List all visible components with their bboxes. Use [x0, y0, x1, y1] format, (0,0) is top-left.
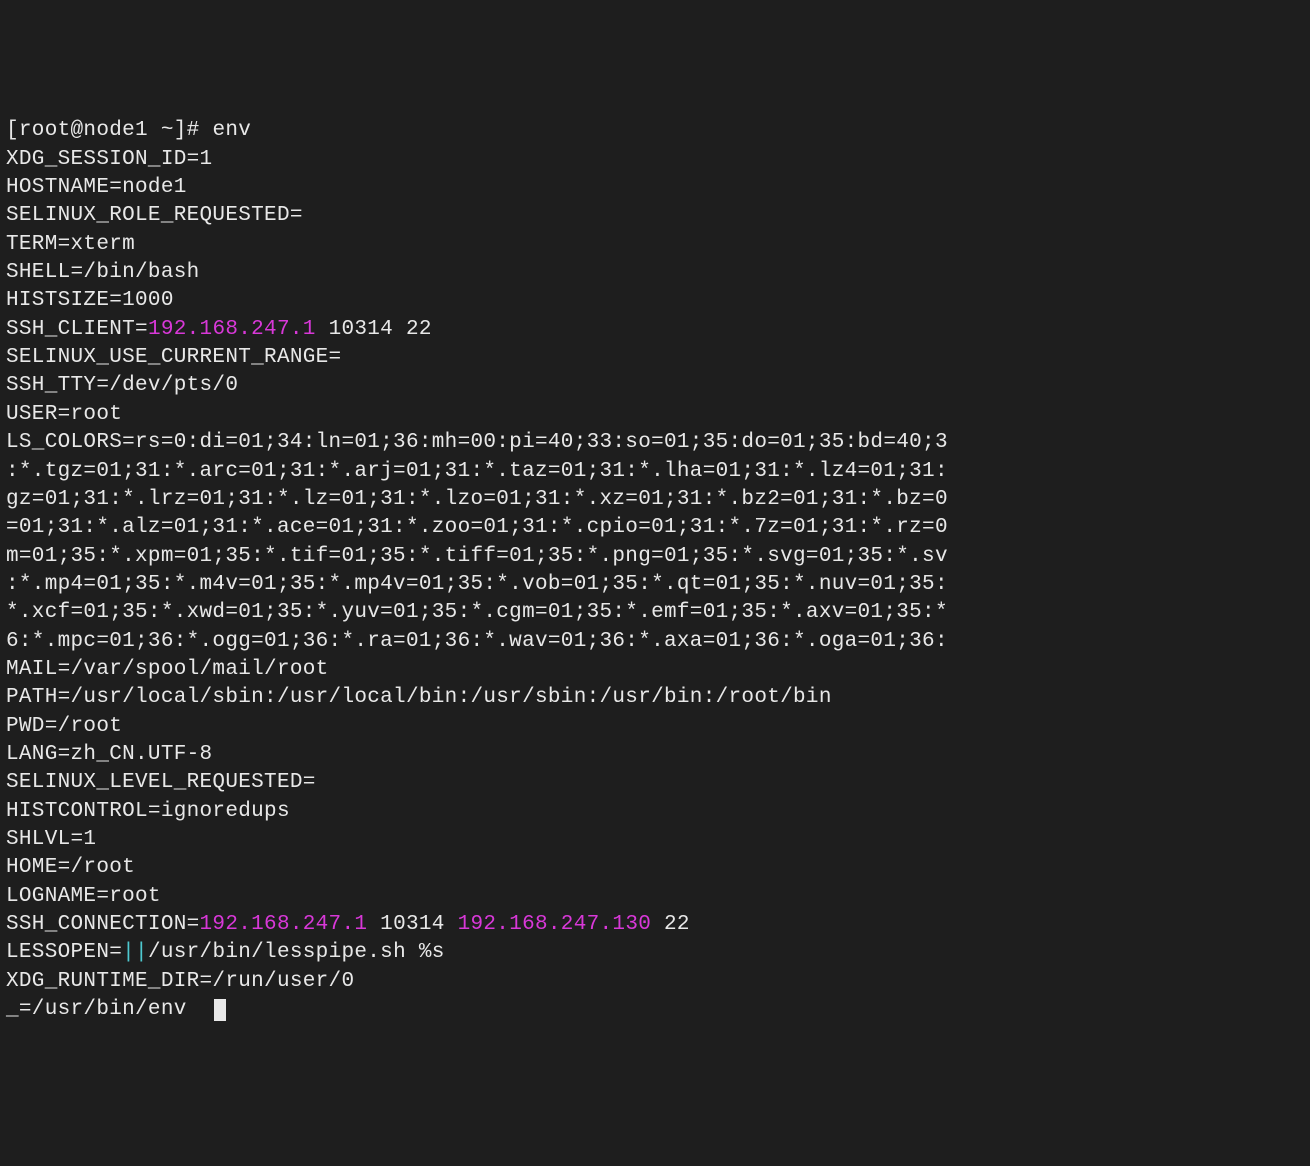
output-line: LANG=zh_CN.UTF-8	[6, 741, 1304, 769]
output-line: MAIL=/var/spool/mail/root	[6, 656, 1304, 684]
output-line: gz=01;31:*.lrz=01;31:*.lz=01;31:*.lzo=01…	[6, 486, 1304, 514]
terminal-output[interactable]: [root@node1 ~]# envXDG_SESSION_ID=1HOSTN…	[6, 117, 1304, 1024]
output-line: :*.mp4=01;35:*.m4v=01;35:*.mp4v=01;35:*.…	[6, 571, 1304, 599]
port-number: 10314	[367, 913, 457, 936]
ip-address: 192.168.247.1	[148, 318, 316, 341]
env-var-line: HOSTNAME=node1	[6, 176, 187, 199]
port-number: 22	[651, 913, 690, 936]
output-line: *.xcf=01;35:*.xwd=01;35:*.yuv=01;35:*.cg…	[6, 599, 1304, 627]
output-line: SHELL=/bin/bash	[6, 259, 1304, 287]
output-line: HOSTNAME=node1	[6, 174, 1304, 202]
output-line: PWD=/root	[6, 713, 1304, 741]
env-var-line: XDG_SESSION_ID=1	[6, 148, 212, 171]
output-line: SHLVL=1	[6, 826, 1304, 854]
output-line: XDG_SESSION_ID=1	[6, 146, 1304, 174]
env-var-line: _=/usr/bin/env	[6, 998, 187, 1021]
env-var-key: LESSOPEN=	[6, 941, 122, 964]
output-line: 6:*.mpc=01;36:*.ogg=01;36:*.ra=01;36:*.w…	[6, 628, 1304, 656]
output-line: PATH=/usr/local/sbin:/usr/local/bin:/usr…	[6, 684, 1304, 712]
output-line: XDG_RUNTIME_DIR=/run/user/0	[6, 968, 1304, 996]
env-var-line: SHLVL=1	[6, 828, 96, 851]
output-line: _=/usr/bin/env	[6, 996, 1304, 1024]
output-line: SELINUX_LEVEL_REQUESTED=	[6, 769, 1304, 797]
env-var-line: HOME=/root	[6, 856, 135, 879]
env-var-key: SSH_CONNECTION=	[6, 913, 200, 936]
command-text: env	[212, 119, 251, 142]
env-var-line: :*.tgz=01;31:*.arc=01;31:*.arj=01;31:*.t…	[6, 460, 948, 483]
output-line: LESSOPEN=||/usr/bin/lesspipe.sh %s	[6, 939, 1304, 967]
env-var-line: XDG_RUNTIME_DIR=/run/user/0	[6, 970, 354, 993]
env-var-line: gz=01;31:*.lrz=01;31:*.lz=01;31:*.lzo=01…	[6, 488, 948, 511]
output-line: SSH_CONNECTION=192.168.247.1 10314 192.1…	[6, 911, 1304, 939]
output-line: :*.tgz=01;31:*.arc=01;31:*.arj=01;31:*.t…	[6, 458, 1304, 486]
env-var-line: LOGNAME=root	[6, 885, 161, 908]
output-line: m=01;35:*.xpm=01;35:*.tif=01;35:*.tiff=0…	[6, 543, 1304, 571]
env-var-line: PATH=/usr/local/sbin:/usr/local/bin:/usr…	[6, 686, 832, 709]
shell-prompt: [root@node1 ~]#	[6, 119, 212, 142]
env-var-value: /usr/bin/lesspipe.sh %s	[148, 941, 445, 964]
cursor	[214, 999, 226, 1021]
env-var-line: SHELL=/bin/bash	[6, 261, 200, 284]
env-var-line: HISTCONTROL=ignoredups	[6, 800, 290, 823]
output-line: USER=root	[6, 401, 1304, 429]
env-var-line: USER=root	[6, 403, 122, 426]
output-line: SELINUX_ROLE_REQUESTED=	[6, 202, 1304, 230]
output-line: SELINUX_USE_CURRENT_RANGE=	[6, 344, 1304, 372]
output-line: =01;31:*.alz=01;31:*.ace=01;31:*.zoo=01;…	[6, 514, 1304, 542]
env-var-line: =01;31:*.alz=01;31:*.ace=01;31:*.zoo=01;…	[6, 516, 948, 539]
env-var-line: LS_COLORS=rs=0:di=01;34:ln=01;36:mh=00:p…	[6, 431, 948, 454]
pipe-symbol: ||	[122, 941, 148, 964]
env-var-line: SELINUX_ROLE_REQUESTED=	[6, 204, 303, 227]
env-var-line: 6:*.mpc=01;36:*.ogg=01;36:*.ra=01;36:*.w…	[6, 630, 948, 653]
output-line: HISTSIZE=1000	[6, 287, 1304, 315]
output-line: LS_COLORS=rs=0:di=01;34:ln=01;36:mh=00:p…	[6, 429, 1304, 457]
env-var-line: SELINUX_LEVEL_REQUESTED=	[6, 771, 316, 794]
output-line: HISTCONTROL=ignoredups	[6, 798, 1304, 826]
port-number: 10314 22	[316, 318, 432, 341]
output-line: LOGNAME=root	[6, 883, 1304, 911]
env-var-line: :*.mp4=01;35:*.m4v=01;35:*.mp4v=01;35:*.…	[6, 573, 948, 596]
env-var-line: HISTSIZE=1000	[6, 289, 174, 312]
env-var-line: SELINUX_USE_CURRENT_RANGE=	[6, 346, 341, 369]
ip-address: 192.168.247.130	[458, 913, 652, 936]
env-var-line: MAIL=/var/spool/mail/root	[6, 658, 329, 681]
env-var-key: SSH_CLIENT=	[6, 318, 148, 341]
output-line: SSH_TTY=/dev/pts/0	[6, 372, 1304, 400]
output-line: HOME=/root	[6, 854, 1304, 882]
env-var-line: SSH_TTY=/dev/pts/0	[6, 374, 238, 397]
env-var-line: TERM=xterm	[6, 233, 135, 256]
command-line: [root@node1 ~]# env	[6, 117, 1304, 145]
env-var-line: PWD=/root	[6, 715, 122, 738]
env-var-line: *.xcf=01;35:*.xwd=01;35:*.yuv=01;35:*.cg…	[6, 601, 948, 624]
ip-address: 192.168.247.1	[200, 913, 368, 936]
output-line: TERM=xterm	[6, 231, 1304, 259]
env-var-line: LANG=zh_CN.UTF-8	[6, 743, 212, 766]
output-line: SSH_CLIENT=192.168.247.1 10314 22	[6, 316, 1304, 344]
env-var-line: m=01;35:*.xpm=01;35:*.tif=01;35:*.tiff=0…	[6, 545, 948, 568]
